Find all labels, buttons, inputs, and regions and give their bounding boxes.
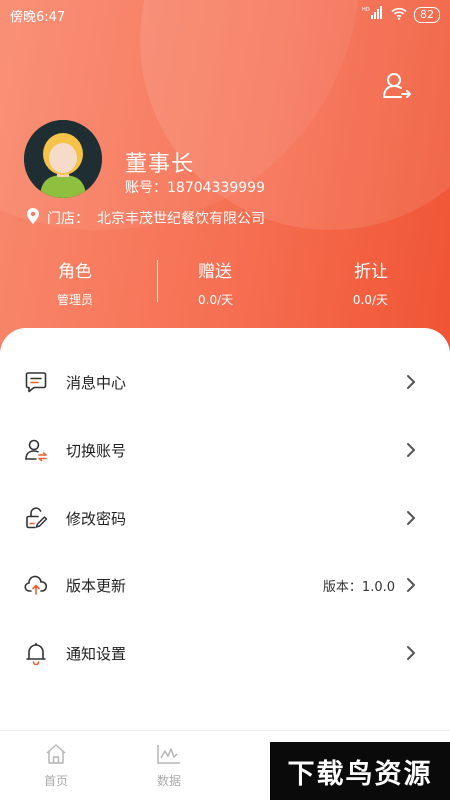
stats-divider — [157, 260, 158, 302]
chevron-right-icon — [405, 645, 417, 661]
chevron-right-icon — [405, 374, 417, 390]
tab-home[interactable]: 首页 — [26, 743, 86, 789]
store-label: 门店： — [47, 211, 89, 227]
menu-item-switch-account[interactable]: 切换账号 — [0, 426, 450, 474]
store-value: 北京丰茂世纪餐饮有限公司 — [97, 211, 265, 227]
status-bar: 傍晚6:47 HD 82 — [0, 0, 450, 30]
edit-password-icon — [24, 506, 48, 530]
version-number: 版本：1.0.0 — [322, 579, 395, 595]
stat-role: 角色 管理员 — [0, 255, 150, 315]
stat-value: 0.0/天 — [352, 293, 388, 307]
stat-discount: 折让 0.0/天 — [300, 255, 450, 315]
tab-label: 首页 — [43, 774, 68, 788]
stat-value: 0.0/天 — [198, 293, 234, 307]
store-info: 门店： 北京丰茂世纪餐饮有限公司 — [27, 208, 265, 228]
account-value: 18704339999 — [167, 180, 265, 196]
wifi-icon — [391, 7, 407, 24]
menu-item-messages[interactable]: 消息中心 — [0, 358, 450, 406]
menu-item-label: 修改密码 — [66, 509, 127, 528]
account-label: 账号： — [125, 180, 167, 196]
stat-gift: 赠送 0.0/天 — [150, 255, 300, 315]
menu-item-notification-settings[interactable]: 通知设置 — [0, 629, 450, 677]
logout-icon[interactable] — [381, 70, 413, 102]
stat-label: 赠送 — [198, 262, 232, 282]
stat-label: 折让 — [354, 262, 388, 282]
menu-item-change-password[interactable]: 修改密码 — [0, 494, 450, 542]
menu-item-version-update[interactable]: 版本更新 版本：1.0.0 — [0, 561, 450, 609]
user-name: 董事长 — [125, 152, 195, 177]
account-number: 账号：18704339999 — [125, 177, 265, 197]
home-icon — [44, 744, 68, 769]
menu-item-label: 切换账号 — [66, 441, 127, 460]
tab-data[interactable]: 数据 — [139, 743, 199, 789]
watermark-text: 下载鸟资源 — [287, 758, 433, 790]
chevron-right-icon — [405, 510, 417, 526]
tab-label: 数据 — [156, 774, 181, 788]
switch-user-icon — [24, 438, 48, 462]
menu-card: 消息中心 切换账号 修改密码 版本更新 版本：1.0.0 通知设置 — [0, 328, 450, 748]
chevron-right-icon — [405, 577, 417, 593]
stat-label: 角色 — [58, 262, 92, 282]
battery-icon: 82 — [414, 7, 440, 23]
avatar[interactable] — [24, 120, 102, 198]
stat-value: 管理员 — [56, 293, 93, 307]
message-icon — [24, 370, 48, 394]
bell-icon — [24, 641, 48, 666]
location-pin-icon — [27, 208, 39, 228]
chevron-right-icon — [405, 442, 417, 458]
menu-item-label: 版本更新 — [66, 576, 127, 595]
signal-icon: HD — [362, 6, 384, 24]
status-time: 傍晚6:47 — [10, 9, 66, 25]
menu-item-label: 通知设置 — [66, 644, 127, 663]
chart-icon — [156, 745, 182, 769]
stats-row: 角色 管理员 赠送 0.0/天 折让 0.0/天 — [0, 255, 450, 315]
svg-text:HD: HD — [362, 7, 370, 13]
menu-item-label: 消息中心 — [66, 373, 127, 392]
watermark: 下载鸟资源 — [270, 742, 450, 800]
cloud-upload-icon — [24, 573, 48, 597]
